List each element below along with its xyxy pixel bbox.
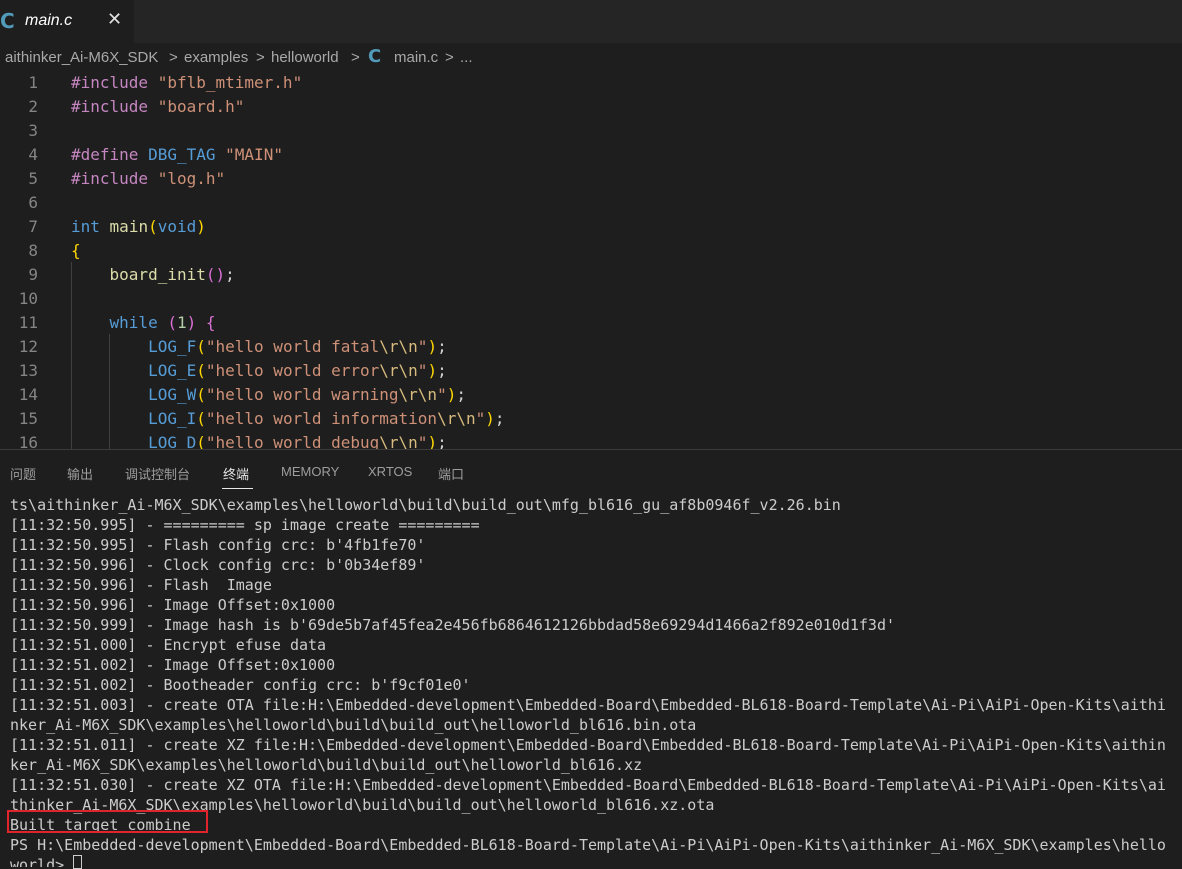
terminal-line: [11:32:51.000] - Encrypt efuse data [10, 636, 327, 654]
tab-debug-console[interactable]: 调试控制台 [125, 464, 190, 483]
code-line: 11 while (1) { [0, 311, 1182, 335]
breadcrumb-item-helloworld[interactable]: helloworld [271, 49, 339, 66]
code-line: 15 LOG_I("hello world information\r\n"); [0, 407, 1182, 431]
terminal-line: [11:32:51.003] - create OTA file:H:\Embe… [10, 696, 1166, 714]
code-text: #define DBG_TAG "MAIN" [71, 145, 283, 164]
line-number: 4 [28, 145, 38, 164]
active-tab-indicator [222, 488, 253, 489]
breadcrumb-item-main-c[interactable]: main.c [394, 49, 438, 66]
c-file-icon: C [368, 46, 382, 67]
line-number: 16 [18, 433, 38, 449]
code-text: LOG_E("hello world error\r\n"); [148, 361, 447, 380]
terminal-line: [11:32:51.002] - Bootheader config crc: … [10, 676, 471, 694]
breadcrumb-item-symbols[interactable]: ... [460, 49, 473, 66]
line-number: 15 [18, 409, 38, 428]
line-number: 9 [28, 265, 38, 284]
line-number: 3 [28, 121, 38, 140]
line-number: 5 [28, 169, 38, 188]
code-editor[interactable]: 1 #include "bflb_mtimer.h" 2 #include "b… [0, 71, 1182, 449]
terminal-line: [11:32:50.996] - Image Offset:0x1000 [10, 596, 336, 614]
terminal-line: [11:32:51.011] - create XZ file:H:\Embed… [10, 736, 1166, 754]
terminal-line: [11:32:50.996] - Clock config crc: b'0b3… [10, 556, 426, 574]
code-text: #include "board.h" [71, 97, 245, 116]
code-text: { [71, 241, 81, 260]
code-line: 16 LOG_D("hello world debug\r\n"); [0, 431, 1182, 449]
code-line: 1 #include "bflb_mtimer.h" [0, 71, 1182, 95]
terminal-line: ts\aithinker_Ai-M6X_SDK\examples\hellowo… [10, 496, 841, 514]
code-line: 10 [0, 287, 1182, 311]
code-line: 7 int main(void) [0, 215, 1182, 239]
tab-xrtos[interactable]: XRTOS [368, 464, 412, 479]
chevron-right-icon: > [351, 49, 360, 66]
code-text: #include "log.h" [71, 169, 226, 188]
code-text: #include "bflb_mtimer.h" [71, 73, 303, 92]
terminal-prompt: world> [10, 856, 74, 867]
code-text: board_init(); [109, 265, 235, 284]
tab-memory[interactable]: MEMORY [281, 464, 339, 479]
code-text: while (1) { [109, 313, 216, 332]
code-line: 3 [0, 119, 1182, 143]
code-line: 13 LOG_E("hello world error\r\n"); [0, 359, 1182, 383]
breadcrumb-item-sdk[interactable]: aithinker_Ai-M6X_SDK [5, 49, 158, 66]
line-number: 7 [28, 217, 38, 236]
terminal-line: ker_Ai-M6X_SDK\examples\helloworld\build… [10, 756, 643, 774]
code-line: 4 #define DBG_TAG "MAIN" [0, 143, 1182, 167]
chevron-right-icon: > [256, 49, 265, 66]
terminal-line: [11:32:50.995] - ========= sp image crea… [10, 516, 480, 534]
tab-problems[interactable]: 问题 [10, 464, 36, 483]
breadcrumb-item-examples[interactable]: examples [184, 49, 248, 66]
chevron-right-icon: > [169, 49, 178, 66]
code-line: 8 { [0, 239, 1182, 263]
code-text: LOG_F("hello world fatal\r\n"); [148, 337, 447, 356]
tab-output[interactable]: 输出 [67, 464, 93, 483]
code-line: 5 #include "log.h" [0, 167, 1182, 191]
line-number: 1 [28, 73, 38, 92]
c-file-icon: C [0, 9, 15, 33]
editor-tab-main-c[interactable]: C main.c ✕ [0, 0, 134, 43]
terminal-line: [11:32:50.995] - Flash config crc: b'4fb… [10, 536, 426, 554]
line-number: 10 [18, 289, 38, 308]
highlight-annotation [7, 810, 208, 833]
panel-tab-bar: 问题 输出 调试控制台 终端 MEMORY XRTOS 端口 [0, 450, 1182, 492]
code-line: 2 #include "board.h" [0, 95, 1182, 119]
line-number: 2 [28, 97, 38, 116]
tab-terminal[interactable]: 终端 [223, 464, 249, 483]
code-line: 14 LOG_W("hello world warning\r\n"); [0, 383, 1182, 407]
line-number: 12 [18, 337, 38, 356]
code-line: 9 board_init(); [0, 263, 1182, 287]
line-number: 14 [18, 385, 38, 404]
code-line: 12 LOG_F("hello world fatal\r\n"); [0, 335, 1182, 359]
chevron-right-icon: > [445, 49, 454, 66]
close-icon[interactable]: ✕ [107, 9, 122, 30]
terminal-line: PS H:\Embedded-development\Embedded-Boar… [10, 836, 1166, 854]
terminal-line: [11:32:50.996] - Flash Image [10, 576, 272, 594]
terminal-line: [11:32:51.030] - create XZ OTA file:H:\E… [10, 776, 1166, 794]
terminal-line: [11:32:50.999] - Image hash is b'69de5b7… [10, 616, 896, 634]
line-number: 13 [18, 361, 38, 380]
line-number: 8 [28, 241, 38, 260]
line-number: 6 [28, 193, 38, 212]
code-line: 6 [0, 191, 1182, 215]
code-text: LOG_W("hello world warning\r\n"); [148, 385, 466, 404]
tab-ports[interactable]: 端口 [438, 464, 464, 483]
terminal-line: [11:32:51.002] - Image Offset:0x1000 [10, 656, 336, 674]
code-text: int main(void) [71, 217, 206, 236]
code-text: LOG_I("hello world information\r\n"); [148, 409, 505, 428]
tab-label: main.c [25, 12, 73, 29]
code-text: LOG_D("hello world debug\r\n"); [148, 433, 447, 449]
terminal-line: nker_Ai-M6X_SDK\examples\helloworld\buil… [10, 716, 697, 734]
editor-tab-bar: C main.c ✕ [0, 0, 1182, 43]
line-number: 11 [18, 313, 38, 332]
breadcrumb: aithinker_Ai-M6X_SDK > examples > hellow… [0, 43, 1182, 71]
